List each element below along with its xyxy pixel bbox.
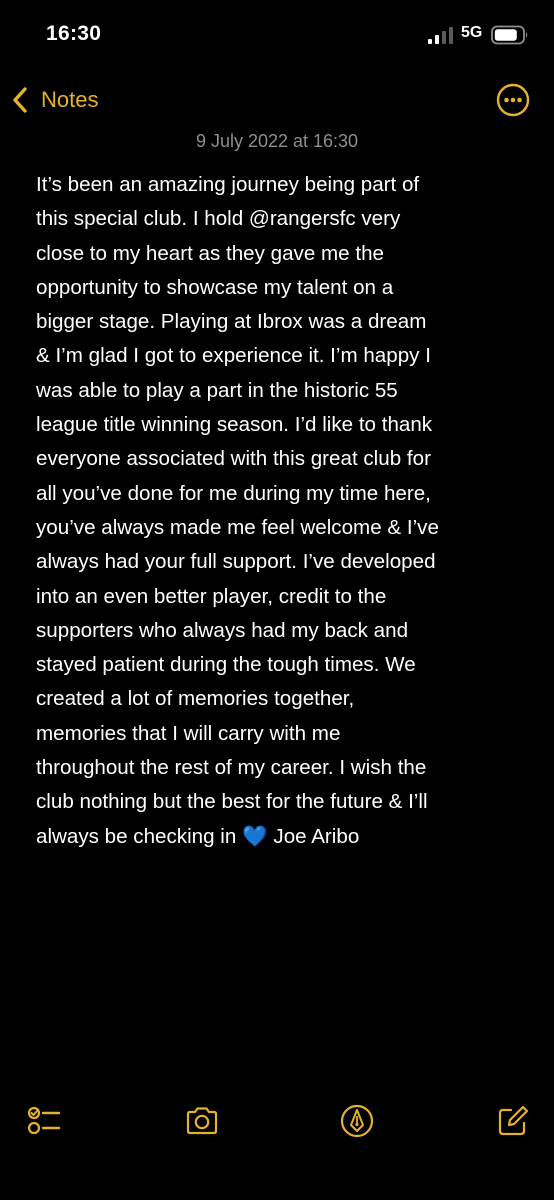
more-icon[interactable]	[496, 83, 530, 117]
signal-icon	[428, 27, 453, 44]
compose-icon[interactable]	[495, 1103, 531, 1139]
note-body[interactable]: It’s been an amazing journey being part …	[36, 168, 524, 854]
back-button[interactable]: Notes	[10, 80, 98, 120]
camera-icon[interactable]	[184, 1103, 220, 1139]
chevron-left-icon	[13, 87, 27, 113]
network-label: 5G	[461, 24, 483, 41]
checklist-icon[interactable]	[26, 1103, 62, 1139]
bottom-toolbar	[0, 1095, 554, 1147]
note-date: 9 July 2022 at 16:30	[195, 131, 359, 151]
markup-pen-icon[interactable]	[339, 1103, 375, 1139]
back-label: Notes	[41, 87, 99, 112]
battery-icon	[491, 25, 528, 45]
status-bar: 16:30 5G	[0, 0, 554, 70]
status-time: 16:30	[46, 22, 102, 45]
